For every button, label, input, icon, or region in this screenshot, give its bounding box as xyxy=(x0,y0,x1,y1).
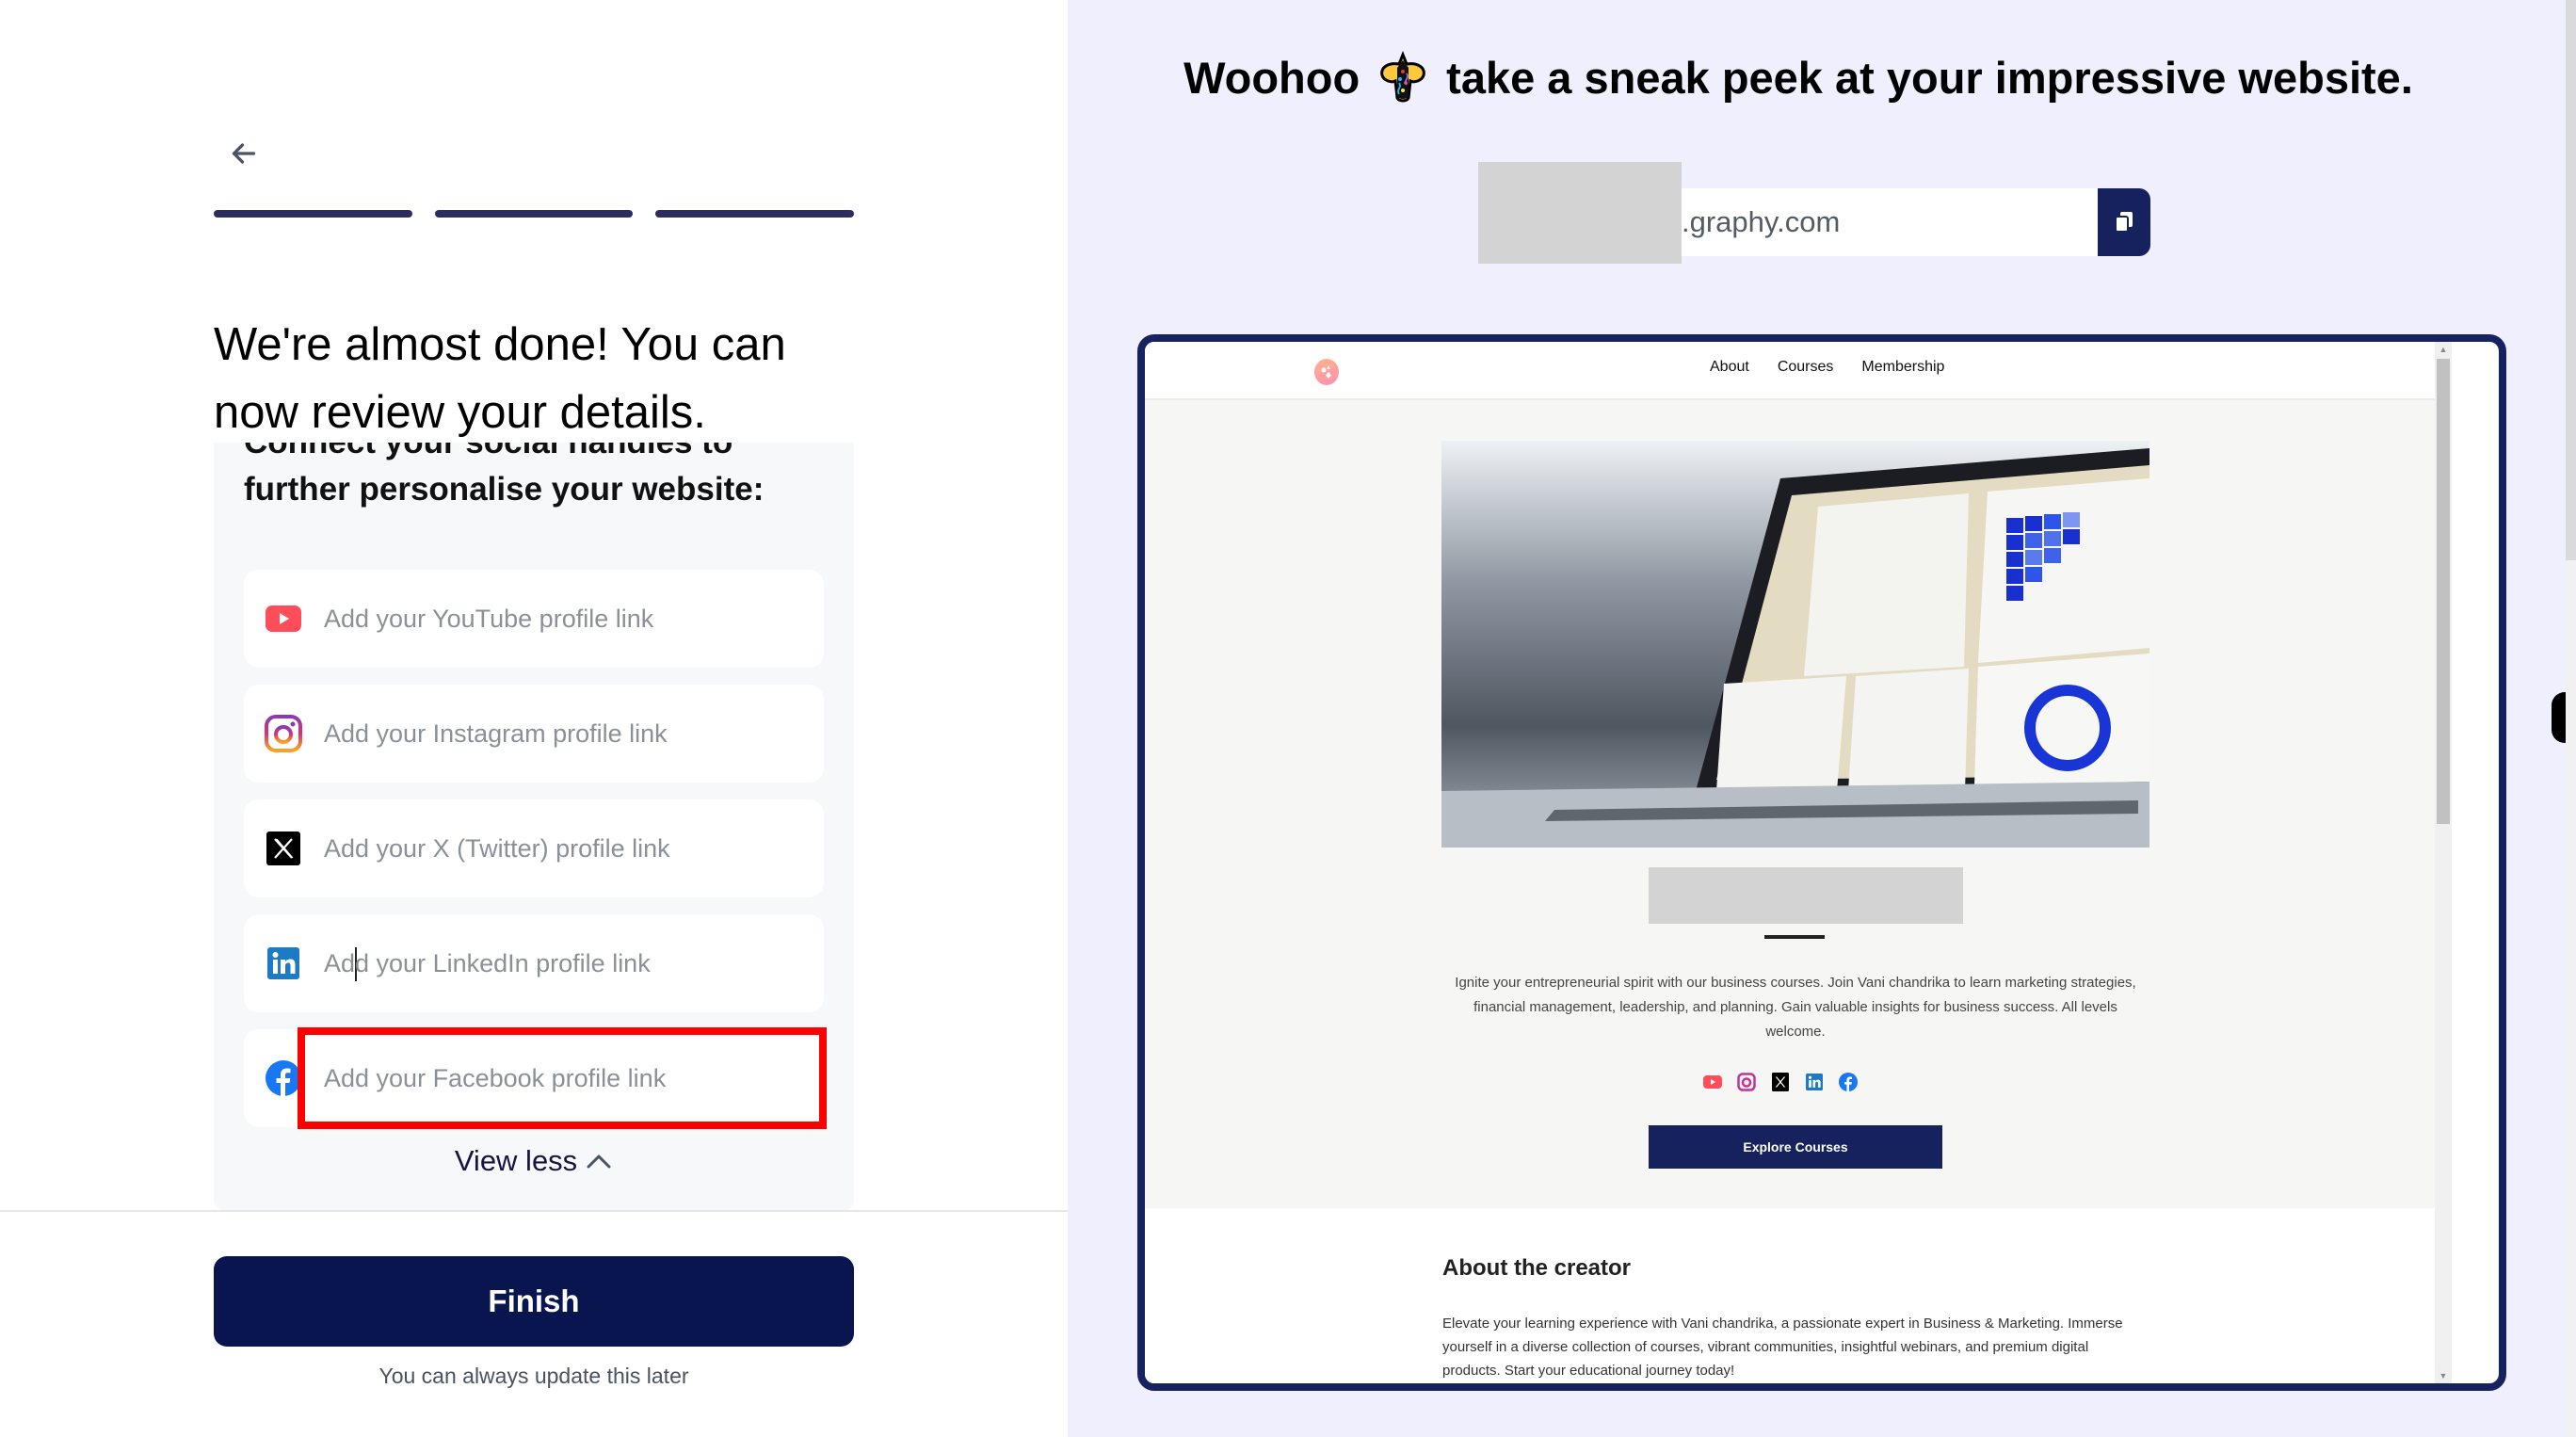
copy-url-button[interactable] xyxy=(2098,188,2150,256)
x-twitter-icon[interactable] xyxy=(1770,1072,1791,1092)
about-creator-text: Elevate your learning experience with Va… xyxy=(1442,1316,2123,1379)
hero-image-laptop-dashboard xyxy=(1441,441,2149,848)
finish-button[interactable]: Finish xyxy=(214,1256,854,1347)
facebook-icon[interactable] xyxy=(1838,1072,1859,1092)
redacted-creator-name xyxy=(1649,867,1963,924)
facebook-icon xyxy=(265,1059,302,1097)
youtube-link-input[interactable] xyxy=(324,570,804,668)
linkedin-icon[interactable] xyxy=(1804,1072,1825,1092)
page-title: We're almost done! You can now review yo… xyxy=(214,319,786,438)
headline-text-start: Woohoo xyxy=(1183,52,1360,103)
site-nav-courses[interactable]: Courses xyxy=(1778,359,1834,376)
party-popper-icon xyxy=(1380,51,1425,103)
page-scrollbar-thumb[interactable] xyxy=(2566,0,2576,560)
progress-step-2 xyxy=(434,210,634,218)
onboarding-form-panel: We're almost done! You can now review yo… xyxy=(0,0,1068,1437)
back-button[interactable] xyxy=(222,132,266,175)
site-navbar: About Courses Membership xyxy=(1145,342,2435,400)
instagram-field[interactable] xyxy=(244,685,824,783)
progress-steps xyxy=(214,210,855,218)
site-url-box: .graphy.com xyxy=(1478,162,2154,264)
view-less-label: View less xyxy=(454,1144,578,1177)
finish-note: You can always update this later xyxy=(378,1364,689,1388)
page-scrollbar[interactable] xyxy=(2566,0,2576,1437)
section-subtitle: Connect your social handles to further p… xyxy=(244,443,765,508)
site-url[interactable]: .graphy.com xyxy=(1682,188,2098,256)
preview-scrollbar-thumb[interactable] xyxy=(2437,359,2450,824)
footer-divider xyxy=(0,1210,1068,1212)
preview-headline: Woohoo take a sneak peek at your impress… xyxy=(1068,51,2576,104)
explore-courses-button[interactable]: Explore Courses xyxy=(1649,1125,1942,1169)
youtube-field[interactable] xyxy=(244,570,824,668)
site-bio: Ignite your entrepreneurial spirit with … xyxy=(1455,975,2136,1040)
x-twitter-icon xyxy=(265,830,302,867)
scroll-up-arrow-icon[interactable]: ▲ xyxy=(2435,342,2452,357)
progress-step-1 xyxy=(214,210,412,218)
youtube-icon[interactable] xyxy=(1702,1072,1723,1092)
social-links-scroll-area[interactable]: Connect your social handles to further p… xyxy=(214,443,854,1210)
site-social-links xyxy=(1145,1072,2435,1092)
site-nav-about[interactable]: About xyxy=(1710,359,1749,376)
progress-step-3 xyxy=(655,210,855,218)
site-logo[interactable] xyxy=(1314,359,1339,385)
instagram-icon xyxy=(265,715,302,752)
preview-scrollbar[interactable]: ▲ ▼ xyxy=(2435,342,2452,1383)
x-twitter-field[interactable] xyxy=(244,799,824,897)
chevron-up-icon xyxy=(587,1154,611,1169)
youtube-icon xyxy=(265,600,302,638)
x-twitter-link-input[interactable] xyxy=(324,799,804,897)
redacted-subdomain xyxy=(1478,162,1682,264)
instagram-icon[interactable] xyxy=(1736,1072,1757,1092)
about-creator-title: About the creator xyxy=(1442,1255,1632,1281)
instagram-link-input[interactable] xyxy=(324,685,804,783)
headline-text-end: take a sneak peek at your impressive web… xyxy=(1446,52,2413,103)
view-less-toggle[interactable]: View less xyxy=(214,1144,854,1178)
copy-icon xyxy=(2115,212,2133,233)
site-nav-membership[interactable]: Membership xyxy=(1861,359,1944,376)
website-preview-panel: Woohoo take a sneak peek at your impress… xyxy=(1068,0,2576,1437)
facebook-field[interactable] xyxy=(244,1029,824,1127)
linkedin-field[interactable] xyxy=(244,914,824,1012)
scroll-down-arrow-icon[interactable]: ▼ xyxy=(2435,1368,2452,1383)
facebook-link-input[interactable] xyxy=(324,1029,804,1127)
linkedin-link-input[interactable] xyxy=(324,914,804,1012)
name-underline xyxy=(1764,935,1825,939)
arrow-left-icon xyxy=(232,143,256,164)
website-preview-content: About Courses Membership Ignite your ent… xyxy=(1145,342,2435,1383)
about-creator-section: About the creator Elevate your learning … xyxy=(1145,1208,2435,1383)
linkedin-icon xyxy=(265,945,302,982)
site-nav-links: About Courses Membership xyxy=(1710,359,1944,376)
website-preview-frame[interactable]: About Courses Membership Ignite your ent… xyxy=(1137,334,2506,1391)
